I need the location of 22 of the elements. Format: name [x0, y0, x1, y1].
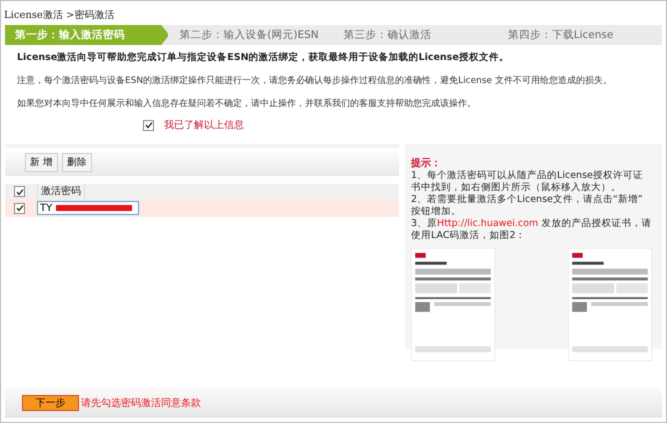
intro-text: License激活向导可帮助您完成订单与指定设备ESN的激活绑定，获取最终用于设备加载的License授权文件。: [16, 50, 510, 64]
tip-text: 1、每个激活密码可以从随产品的License授权许可证书中找到，如右侧图片所示（鼠标移入放大）。: [411, 170, 644, 194]
tip-link[interactable]: Http://lic.huawei.com: [437, 218, 538, 229]
agree-label: 我已了解以上信息: [164, 118, 244, 132]
warning-text: 请先勾选密码激活同意条款: [81, 396, 201, 410]
wizard-step[interactable]: 第二步：输入设备(网元)ESN: [169, 25, 334, 45]
notice-text: 如果您对本向导中任何展示和输入信息存在疑问若不确定，请中止操作，并联系我们的客服支持帮助您完成该操作。: [16, 98, 477, 110]
select-all-checkbox[interactable]: [14, 186, 25, 197]
toolbar-button[interactable]: 新 增: [25, 152, 58, 172]
tips-title: 提示：: [411, 156, 442, 170]
table-row[interactable]: TY: [5, 199, 399, 217]
tip-text: 3、原 Http://lic.huawei.com 发放的产品授权证书，请使用LAC码激活，如图2：: [411, 218, 652, 242]
wizard-step[interactable]: 第三步：确认激活: [334, 25, 498, 45]
breadcrumb: License激活 >密码激活: [3, 8, 116, 23]
notice-text: 注意，每个激活密码与设备ESN的激活绑定操作只能进行一次，请您务必确认每步操作过程信息的准确性，避免License 文件不可用给您造成的损失。: [16, 74, 613, 87]
next-step-button[interactable]: 下一步: [22, 395, 79, 411]
agree-checkbox[interactable]: [143, 120, 154, 130]
row-checkbox[interactable]: [14, 202, 25, 214]
toolbar-button[interactable]: 删除: [62, 152, 92, 172]
wizard-step[interactable]: 第四步：下载License: [498, 25, 662, 45]
code-input[interactable]: TY: [37, 201, 139, 215]
tip-text: 2、若需要批量激活多个License文件，请点击“新增” 按钮增加。: [411, 194, 644, 218]
